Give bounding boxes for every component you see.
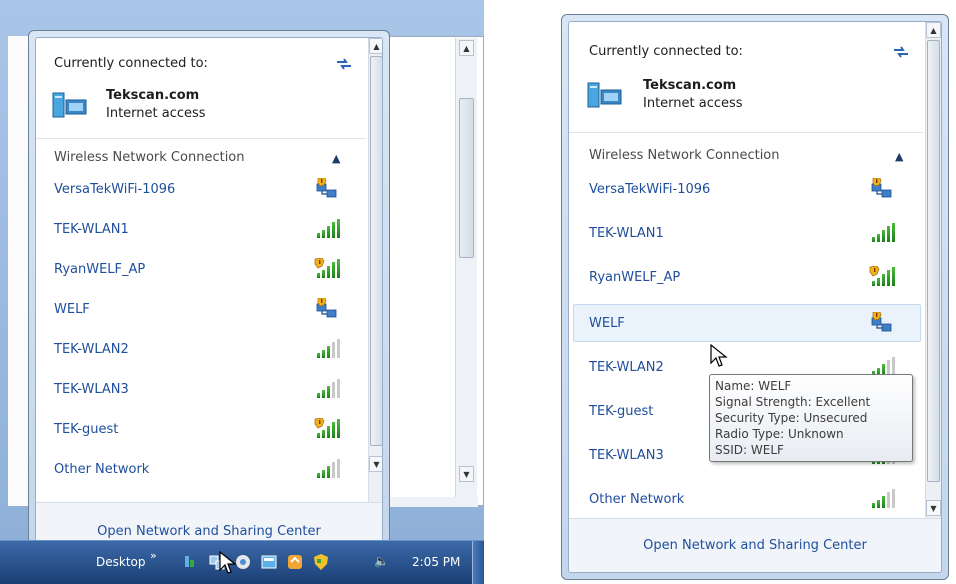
network-item[interactable]: VersaTekWiFi-1096 bbox=[569, 172, 923, 206]
scroll-up-arrow-icon[interactable]: ▲ bbox=[369, 38, 382, 54]
signal-medium-icon bbox=[314, 378, 340, 400]
connection-name: Tekscan.com bbox=[643, 78, 737, 93]
unsecured-network-icon bbox=[314, 178, 340, 200]
scroll-down-arrow-icon[interactable]: ▼ bbox=[369, 456, 382, 472]
tray-wifi-icon[interactable] bbox=[182, 553, 200, 571]
mouse-cursor-icon bbox=[219, 551, 237, 574]
network-name: TEK-WLAN3 bbox=[589, 447, 664, 463]
unsecured-network-icon bbox=[314, 298, 340, 320]
scroll-thumb[interactable] bbox=[370, 56, 382, 446]
network-item[interactable]: RyanWELF_AP bbox=[36, 252, 366, 286]
unsecured-network-icon bbox=[869, 312, 895, 334]
collapse-chevron-icon[interactable]: ▲ bbox=[895, 150, 903, 163]
tooltip-security: Security Type: Unsecured bbox=[715, 411, 868, 425]
signal-medium-icon bbox=[314, 338, 340, 360]
network-flyout-right-body: Currently connected to: Tekscan.com Inte… bbox=[568, 21, 942, 573]
unsecured-network-icon bbox=[869, 178, 895, 200]
taskbar: Desktop » 🔈 2:05 PM bbox=[0, 540, 484, 584]
network-name: TEK-WLAN1 bbox=[589, 225, 664, 241]
network-item[interactable]: TEK-WLAN3 bbox=[36, 372, 366, 406]
tray-app-icon[interactable] bbox=[260, 553, 278, 571]
signal-shield-icon bbox=[314, 418, 340, 440]
section-label-wireless: Wireless Network Connection bbox=[54, 150, 245, 165]
scroll-down-arrow-icon[interactable]: ▼ bbox=[926, 500, 941, 516]
connection-status: Internet access bbox=[643, 96, 743, 111]
network-connection-icon bbox=[52, 92, 87, 118]
network-name: VersaTekWiFi-1096 bbox=[54, 181, 176, 197]
connection-name: Tekscan.com bbox=[106, 88, 200, 103]
currently-connected-label: Currently connected to: bbox=[589, 44, 743, 59]
scroll-thumb[interactable] bbox=[459, 98, 474, 258]
network-flyout-left: Currently connected to: Tekscan.com Inte… bbox=[28, 30, 390, 568]
scroll-up-arrow-icon[interactable]: ▲ bbox=[459, 40, 474, 56]
signal-shield-icon bbox=[869, 266, 895, 288]
tooltip-name: Name: WELF bbox=[715, 379, 792, 393]
network-item[interactable]: RyanWELF_AP bbox=[569, 260, 923, 294]
network-name: TEK-guest bbox=[589, 403, 654, 419]
network-tooltip: Name: WELF Signal Strength: Excellent Se… bbox=[709, 374, 913, 462]
network-item[interactable]: Other Network bbox=[36, 452, 366, 486]
tooltip-ssid: SSID: WELF bbox=[715, 443, 784, 457]
network-name: TEK-WLAN1 bbox=[54, 221, 129, 237]
connection-status: Internet access bbox=[106, 106, 206, 121]
network-name: WELF bbox=[54, 301, 90, 317]
network-name: TEK-guest bbox=[54, 421, 119, 437]
network-flyout-right: Currently connected to: Tekscan.com Inte… bbox=[561, 14, 949, 580]
refresh-icon[interactable] bbox=[334, 56, 354, 72]
network-name: TEK-WLAN2 bbox=[54, 341, 129, 357]
currently-connected-label: Currently connected to: bbox=[54, 56, 208, 71]
screenshot-stage: ▲ ▼ Currently connected to: Tekscan.com … bbox=[0, 0, 956, 584]
network-flyout-left-body: Currently connected to: Tekscan.com Inte… bbox=[35, 37, 383, 561]
tooltip-radio: Radio Type: Unknown bbox=[715, 427, 844, 441]
signal-shield-icon bbox=[314, 258, 340, 280]
network-item[interactable]: Other Network bbox=[569, 482, 923, 516]
network-name: RyanWELF_AP bbox=[54, 261, 146, 277]
toolbar-chevron-icon[interactable]: » bbox=[150, 549, 157, 562]
network-connection-icon bbox=[587, 82, 622, 108]
scroll-thumb[interactable] bbox=[927, 40, 940, 482]
network-item[interactable]: TEK-guest bbox=[36, 412, 366, 446]
flyout-scrollbar[interactable]: ▲ ▼ bbox=[925, 22, 941, 520]
signal-medium-icon bbox=[869, 488, 895, 510]
signal-full-icon bbox=[314, 218, 340, 240]
divider bbox=[36, 138, 366, 139]
network-item[interactable]: TEK-WLAN1 bbox=[569, 216, 923, 250]
network-name: RyanWELF_AP bbox=[589, 269, 681, 285]
network-item[interactable]: VersaTekWiFi-1096 bbox=[36, 172, 366, 206]
network-name: TEK-WLAN2 bbox=[589, 359, 664, 375]
network-item[interactable]: TEK-WLAN2 bbox=[36, 332, 366, 366]
show-desktop-button[interactable] bbox=[472, 541, 484, 584]
section-label-wireless: Wireless Network Connection bbox=[589, 148, 780, 163]
scroll-up-arrow-icon[interactable]: ▲ bbox=[926, 22, 941, 38]
refresh-icon[interactable] bbox=[891, 44, 911, 60]
signal-medium-icon bbox=[314, 458, 340, 480]
network-item[interactable]: TEK-WLAN1 bbox=[36, 212, 366, 246]
background-scrollbar[interactable]: ▲ ▼ bbox=[455, 38, 477, 504]
network-name: Other Network bbox=[589, 491, 685, 507]
flyout-footer: Open Network and Sharing Center bbox=[569, 518, 941, 572]
tray-sync-icon[interactable] bbox=[286, 553, 304, 571]
volume-icon[interactable]: 🔈 bbox=[374, 554, 389, 568]
flyout-scrollbar[interactable]: ▲ ▼ bbox=[368, 38, 382, 506]
open-network-sharing-center-link[interactable]: Open Network and Sharing Center bbox=[97, 524, 321, 539]
desktop-toolbar-label[interactable]: Desktop bbox=[96, 555, 146, 569]
clock[interactable]: 2:05 PM bbox=[412, 555, 460, 569]
open-network-sharing-center-link[interactable]: Open Network and Sharing Center bbox=[643, 538, 867, 553]
signal-full-icon bbox=[869, 222, 895, 244]
tray-security-icon[interactable] bbox=[312, 553, 330, 571]
network-item[interactable]: WELF bbox=[36, 292, 366, 326]
network-name: VersaTekWiFi-1096 bbox=[589, 181, 711, 197]
network-name: TEK-WLAN3 bbox=[54, 381, 129, 397]
network-item-hovered[interactable]: WELF bbox=[569, 306, 923, 340]
network-name: WELF bbox=[589, 315, 625, 331]
collapse-chevron-icon[interactable]: ▲ bbox=[332, 152, 340, 165]
divider bbox=[569, 132, 923, 133]
scroll-down-arrow-icon[interactable]: ▼ bbox=[459, 466, 474, 482]
tooltip-signal: Signal Strength: Excellent bbox=[715, 395, 871, 409]
network-name: Other Network bbox=[54, 461, 150, 477]
mouse-cursor-icon bbox=[710, 344, 728, 367]
